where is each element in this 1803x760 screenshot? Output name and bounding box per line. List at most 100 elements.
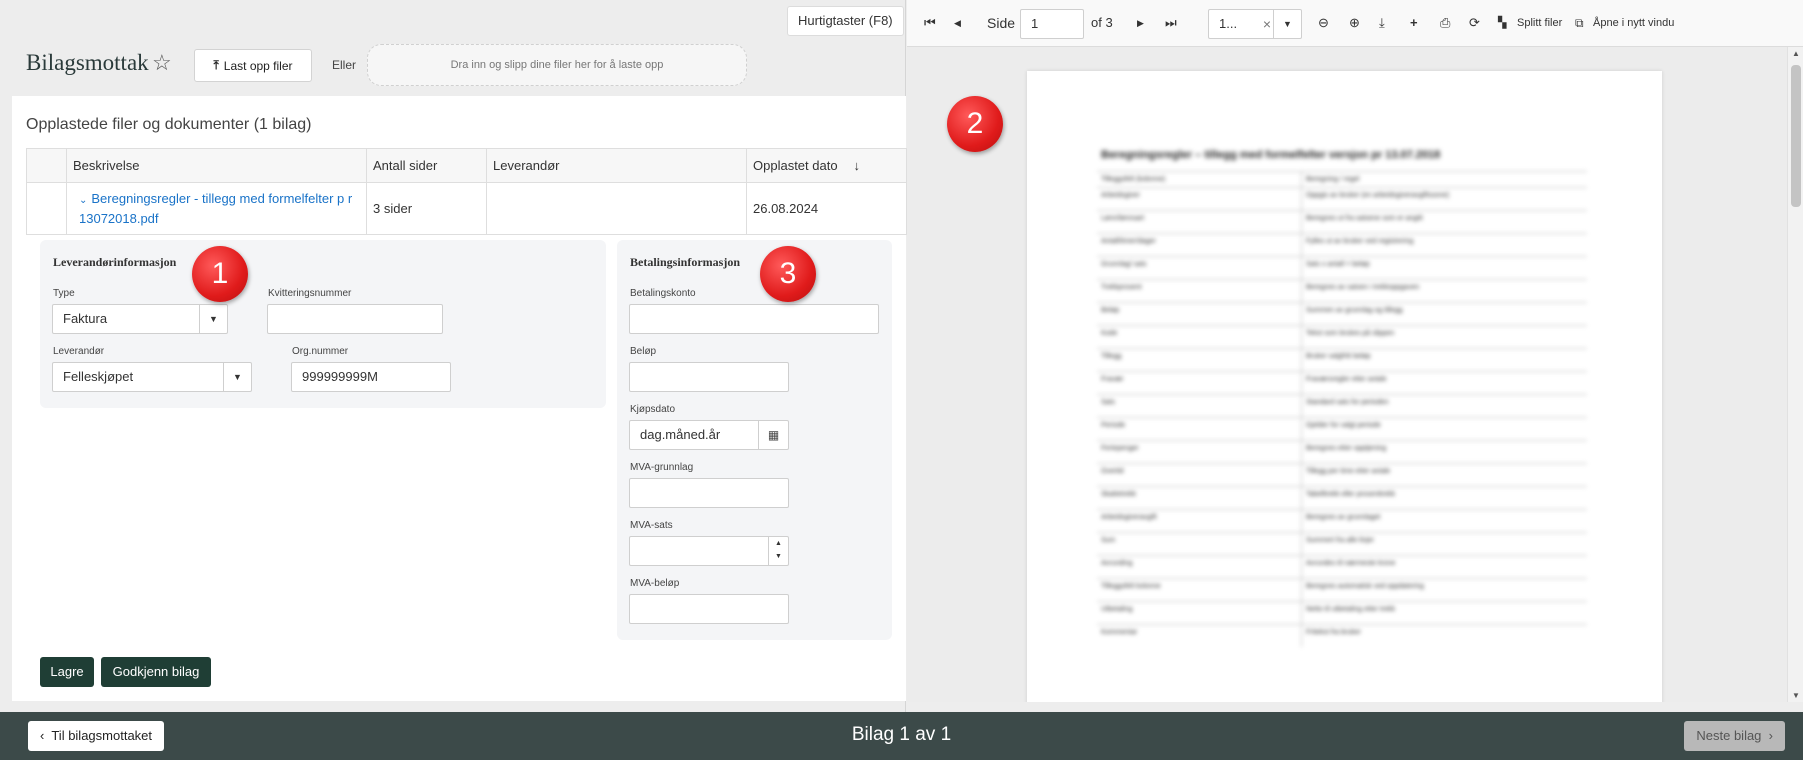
document-table-cell: Sats: [1097, 395, 1302, 417]
zoom-out-icon[interactable]: ⊖: [1318, 14, 1329, 32]
chevron-down-icon[interactable]: ⌄: [79, 195, 87, 206]
annotation-badge-2: 2: [947, 96, 1003, 152]
type-select[interactable]: Faktura ▼: [52, 304, 228, 334]
pages-cell: 3 sider: [366, 182, 487, 235]
download-icon[interactable]: ⤓: [1379, 14, 1385, 32]
caret-down-icon[interactable]: ▼: [199, 305, 227, 333]
scroll-down-icon[interactable]: ▼: [1788, 691, 1803, 700]
open-external-icon[interactable]: ⧉: [1575, 14, 1584, 32]
document-table-row: Tilleggsfelt kolonne Beregnes automatisk …: [1097, 578, 1587, 601]
document-table-cell: Fraværsregler etter avtale: [1306, 376, 1387, 383]
document-heading: Beregningsregler – tillegg med formelfel…: [1101, 149, 1441, 161]
caret-down-icon[interactable]: ▼: [1273, 10, 1301, 38]
spin-arrows-icon[interactable]: ▲ ▼: [768, 537, 788, 565]
document-table-row: Lønn/lønnsart Beregnes ut fra satsene som…: [1097, 210, 1587, 233]
open-in-new-window-button[interactable]: Åpne i nytt vindu: [1593, 14, 1674, 32]
next-voucher-label: Neste bilag: [1696, 728, 1762, 743]
document-table-row: Sats Standard sats for perioden: [1097, 394, 1587, 417]
caret-down-icon[interactable]: ▼: [223, 363, 251, 391]
document-table-cell: Tillegg: [1097, 349, 1302, 371]
voucher-counter: Bilag 1 av 1: [851, 724, 952, 745]
next-voucher-button[interactable]: Neste bilag ›: [1684, 721, 1785, 751]
scroll-up-icon[interactable]: ▲: [1788, 49, 1803, 58]
clear-icon[interactable]: ×: [1263, 10, 1271, 38]
column-header-select: [26, 148, 67, 183]
split-files-icon[interactable]: ▚: [1498, 14, 1506, 32]
column-header-description[interactable]: Beskrivelse: [66, 148, 367, 183]
next-page-icon[interactable]: ▶: [1137, 14, 1144, 32]
amount-input[interactable]: [629, 362, 789, 392]
document-table-row: Grunnlag/ sats Sats x antall = beløp: [1097, 256, 1587, 279]
document-table-row: Kode Tekst som brukes på slippen: [1097, 325, 1587, 348]
purchase-date-input[interactable]: dag.måned.år ▦: [629, 420, 789, 450]
save-button[interactable]: Lagre: [40, 657, 94, 687]
document-table-row: Overtid Tillegg per time etter avtale: [1097, 463, 1587, 486]
page-number-input[interactable]: 1: [1020, 9, 1084, 39]
payment-account-label: Betalingskonto: [630, 288, 696, 299]
amount-label: Beløp: [630, 346, 657, 357]
document-table-row: Beløp Summen av grunnlag og tillegg: [1097, 302, 1587, 325]
document-table-cell: Kommentar: [1097, 625, 1302, 647]
document-table-cell: Sats x antall = beløp: [1306, 261, 1370, 268]
receipt-number-input[interactable]: [267, 304, 443, 334]
payment-account-input[interactable]: [629, 304, 879, 334]
supplier-select[interactable]: Felleskjøpet ▼: [52, 362, 252, 392]
table-header-row: Beskrivelse Antall sider Leverandør Oppl…: [26, 148, 907, 183]
viewer-scrollbar[interactable]: ▲ ▼: [1787, 47, 1803, 702]
supplier-info-title: Leverandørinformasjon: [53, 255, 177, 269]
payment-info-title: Betalingsinformasjon: [630, 255, 741, 269]
document-table: Tilleggsfelt (kolonne) Beregning / regel A…: [1097, 171, 1587, 647]
last-page-icon[interactable]: ⏭: [1165, 14, 1177, 32]
file-link[interactable]: ⌄ Beregningsregler - tillegg med formelfe…: [73, 190, 360, 228]
document-page: Beregningsregler – tillegg med formelfel…: [1027, 71, 1662, 702]
previous-page-icon[interactable]: ◀: [954, 14, 961, 32]
table-row[interactable]: ⌄ Beregningsregler - tillegg med formelfe…: [26, 182, 907, 235]
favorite-star-icon[interactable]: ☆: [152, 52, 172, 74]
scrollbar-thumb[interactable]: [1791, 65, 1801, 207]
document-table-cell: Avrundes til nærmeste krone: [1306, 560, 1396, 567]
upload-date-cell: 26.08.2024: [746, 182, 907, 235]
supplier-label: Leverandør: [53, 346, 105, 357]
split-files-button[interactable]: Splitt filer: [1517, 14, 1562, 32]
app-root: Hurtigtaster (F8) Bilagsmottak ☆ ⤒ Last …: [0, 0, 1803, 760]
approve-voucher-button[interactable]: Godkjenn bilag: [101, 657, 211, 687]
document-table-cell: Gjelder for valgt periode: [1306, 422, 1381, 429]
document-table-cell: Bruker valgfritt beløp: [1306, 353, 1371, 360]
row-select-cell[interactable]: [26, 182, 67, 235]
document-table-cell: Fylles ut av bruker ved registrering: [1306, 238, 1414, 245]
zoom-in-icon[interactable]: ⊕: [1349, 14, 1360, 32]
add-icon[interactable]: +: [1410, 14, 1418, 32]
hotkeys-button[interactable]: Hurtigtaster (F8): [787, 6, 904, 36]
org-number-input[interactable]: 999999999M: [291, 362, 451, 392]
supplier-info-panel: Leverandørinformasjon Type Faktura ▼ Kvi…: [40, 240, 606, 408]
document-view[interactable]: Beregningsregler – tillegg med formelfel…: [907, 47, 1803, 702]
zoom-select[interactable]: 1... × ▼: [1208, 9, 1302, 39]
zoom-value: 1...: [1219, 16, 1238, 31]
document-table-row: Feriepenger Beregnes etter opptjening: [1097, 440, 1587, 463]
column-header-supplier[interactable]: Leverandør: [486, 148, 747, 183]
document-table-row: Utbetaling Netto til utbetaling etter tre…: [1097, 601, 1587, 624]
payment-info-panel: Betalingsinformasjon Betalingskonto Belø…: [617, 240, 892, 640]
vat-amount-input[interactable]: [629, 594, 789, 624]
document-table-cell: Arbeidsgiver: [1097, 188, 1302, 210]
vat-rate-label: MVA-sats: [630, 520, 673, 531]
document-table-cell: Tilleggsfelt kolonne: [1097, 579, 1302, 601]
print-icon[interactable]: ⎙: [1440, 14, 1450, 32]
column-header-pages[interactable]: Antall sider: [366, 148, 487, 183]
vat-rate-stepper[interactable]: ▲ ▼: [629, 536, 789, 566]
sort-desc-icon[interactable]: ↓: [854, 158, 861, 173]
rotate-icon[interactable]: ⟳: [1469, 14, 1480, 32]
vat-base-input[interactable]: [629, 478, 789, 508]
supplier-value: Felleskjøpet: [63, 369, 134, 384]
document-table-row: Fravær Fraværsregler etter avtale: [1097, 371, 1587, 394]
document-table-row: Arbeidsgiver Oppgis av bruker (en arbeids…: [1097, 187, 1587, 210]
upload-files-button[interactable]: ⤒ Last opp filer: [194, 49, 312, 82]
document-table-cell: Tillegg per time etter avtale: [1306, 468, 1391, 475]
document-table-cell: Summen av grunnlag og tillegg: [1306, 307, 1403, 314]
file-dropzone[interactable]: Dra inn og slipp dine filer her for å la…: [367, 44, 747, 86]
document-table-cell: Beregnes automatisk ved oppdatering: [1306, 583, 1424, 590]
vat-base-label: MVA-grunnlag: [630, 462, 694, 473]
calendar-icon[interactable]: ▦: [758, 421, 788, 449]
first-page-icon[interactable]: ⏮: [924, 14, 936, 32]
column-header-upload-date[interactable]: Opplastet dato ↓: [746, 148, 907, 183]
